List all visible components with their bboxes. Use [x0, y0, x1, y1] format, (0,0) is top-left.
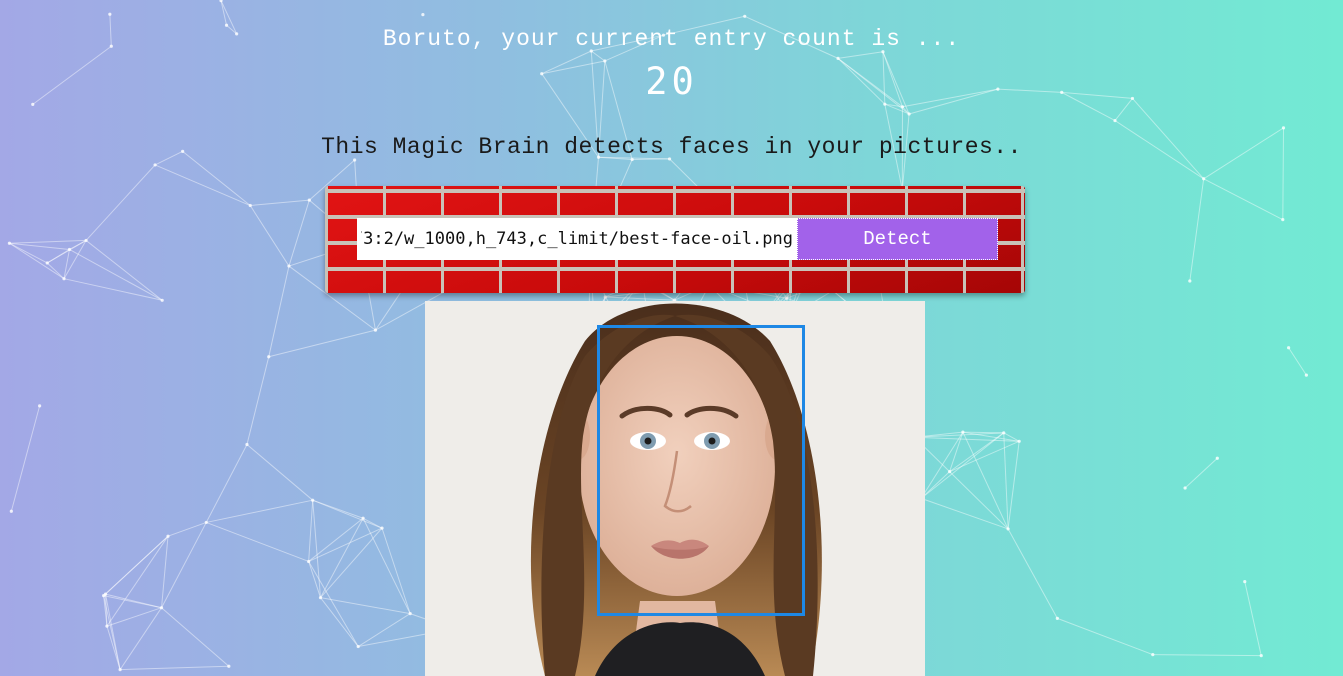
page-tagline: This Magic Brain detects faces in your p… — [321, 134, 1022, 160]
image-url-input[interactable] — [357, 218, 797, 260]
detect-button[interactable]: Detect — [797, 218, 998, 260]
entry-count-value: 20 — [645, 60, 698, 103]
face-bounding-box — [597, 325, 805, 616]
entry-count-greeting: Boruto, your current entry count is ... — [382, 26, 961, 52]
